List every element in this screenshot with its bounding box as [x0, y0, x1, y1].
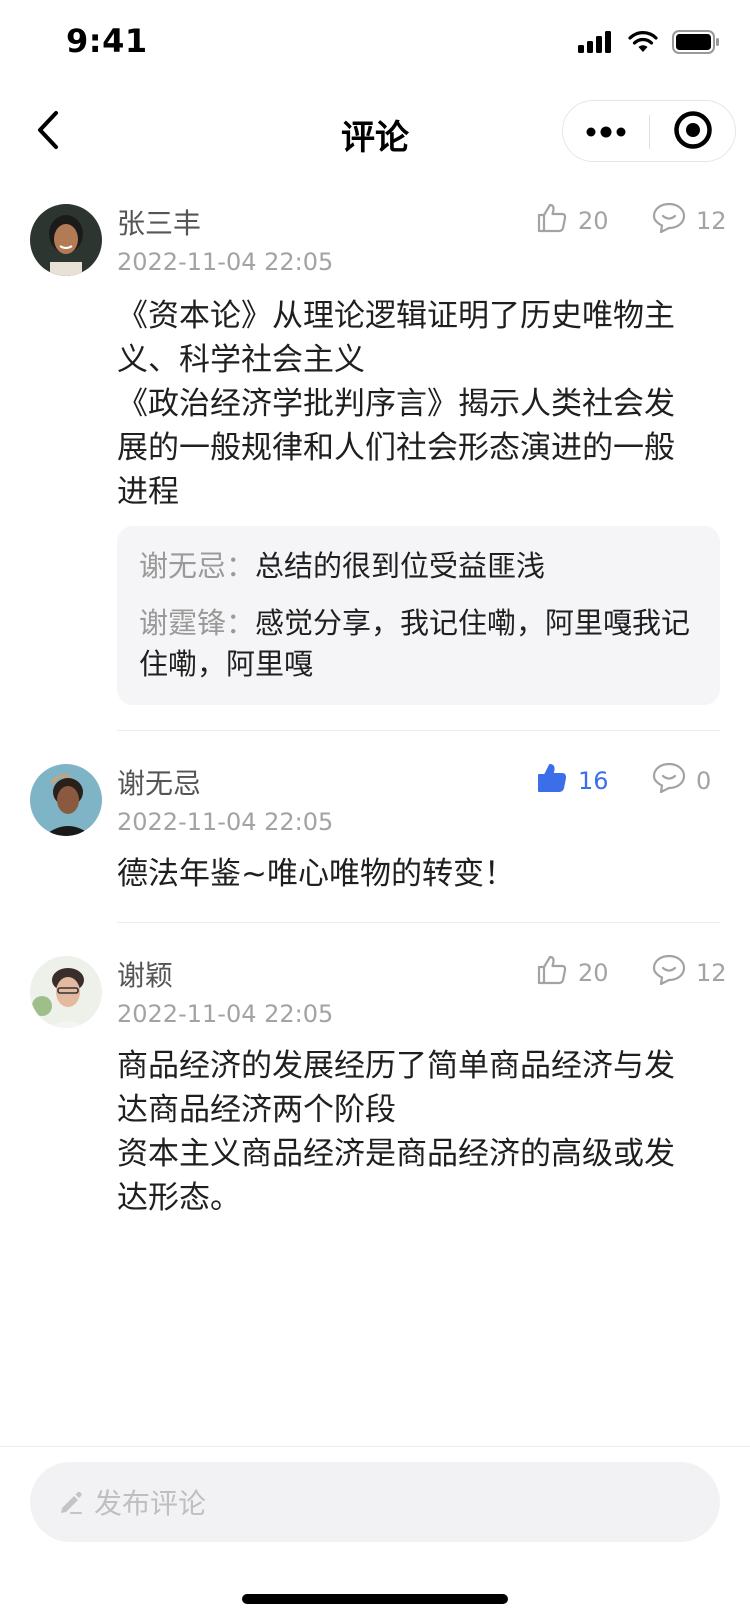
comment-item: 谢颖 20 12 2022-11-04 22:05 商品经济的发展经历了简单商品… — [0, 922, 750, 1222]
reply-count: 12 — [696, 207, 727, 235]
comment-text: 商品经济的发展经历了简单商品经济与发达商品经济两个阶段 资本主义商品经济是商品经… — [117, 1044, 701, 1220]
comment-text: 德法年鉴~唯心唯物的转变！ — [117, 852, 701, 896]
comment-bubble-icon — [652, 202, 686, 240]
thumbs-up-icon — [536, 762, 568, 800]
more-dots-icon — [586, 123, 626, 142]
comment-input[interactable]: 发布评论 — [30, 1462, 720, 1542]
comment-bubble-icon — [652, 954, 686, 992]
nav-bar: 评论 — [0, 88, 750, 176]
like-button[interactable]: 20 — [536, 202, 609, 240]
thumbs-up-icon — [536, 954, 568, 992]
comment-item: 谢无忌 16 0 2022-11-04 22:05 德法年鉴~唯心唯物的转变！ — [0, 730, 750, 923]
sub-reply[interactable]: 谢无忌：总结的很到位受益匪浅 — [139, 546, 698, 587]
cellular-signal-icon — [578, 31, 614, 57]
avatar[interactable] — [30, 204, 102, 276]
status-bar: 9:41 — [0, 0, 750, 88]
mini-program-capsule — [562, 100, 736, 162]
comment-author[interactable]: 张三丰 — [117, 202, 201, 242]
comment-item: 张三丰 20 12 2022-11-04 22:05 《资本论》从理论逻辑证明了… — [0, 176, 750, 731]
comment-time: 2022-11-04 22:05 — [117, 1000, 334, 1028]
sub-reply[interactable]: 谢霆锋：感觉分享，我记住嘞，阿里嘎我记住嘞，阿里嘎 — [139, 603, 698, 685]
sub-reply-text: 总结的很到位受益匪浅 — [255, 549, 546, 583]
reply-button[interactable]: 12 — [652, 202, 727, 240]
avatar[interactable] — [30, 764, 102, 836]
comment-bubble-icon — [652, 762, 686, 800]
reply-box: 谢无忌：总结的很到位受益匪浅 谢霆锋：感觉分享，我记住嘞，阿里嘎我记住嘞，阿里嘎 — [117, 526, 720, 705]
wifi-icon — [628, 31, 658, 57]
sub-reply-author[interactable]: 谢无忌： — [139, 549, 255, 583]
avatar[interactable] — [30, 956, 102, 1028]
battery-icon — [672, 30, 720, 58]
like-count: 20 — [578, 207, 609, 235]
status-time: 9:41 — [66, 22, 148, 60]
like-button[interactable]: 16 — [536, 762, 609, 800]
comment-time: 2022-11-04 22:05 — [117, 248, 334, 276]
like-button[interactable]: 20 — [536, 954, 609, 992]
reply-button[interactable]: 12 — [652, 954, 727, 992]
more-button[interactable] — [563, 101, 649, 163]
comment-paragraph: 商品经济的发展经历了简单商品经济与发达商品经济两个阶段 — [117, 1048, 675, 1128]
comment-paragraph: 德法年鉴~唯心唯物的转变！ — [117, 856, 515, 892]
close-button[interactable] — [650, 101, 736, 163]
reply-count: 12 — [696, 959, 727, 987]
comment-time: 2022-11-04 22:05 — [117, 808, 334, 836]
comment-author[interactable]: 谢颖 — [117, 954, 173, 994]
comment-input-placeholder: 发布评论 — [94, 1487, 207, 1520]
reply-count: 0 — [696, 767, 712, 795]
status-icons — [578, 30, 720, 58]
like-count: 20 — [578, 959, 609, 987]
target-circle-icon — [673, 110, 713, 154]
comment-text: 《资本论》从理论逻辑证明了历史唯物主义、科学社会主义 《政治经济学批判序言》揭示… — [117, 294, 701, 514]
comment-paragraph: 《政治经济学批判序言》揭示人类社会发展的一般规律和人们社会形态演进的一般进程 — [117, 386, 675, 510]
pencil-icon — [58, 1489, 84, 1515]
comment-paragraph: 《资本论》从理论逻辑证明了历史唯物主义、科学社会主义 — [117, 298, 675, 378]
home-indicator — [242, 1594, 508, 1604]
sub-reply-author[interactable]: 谢霆锋： — [139, 606, 255, 640]
like-count: 16 — [578, 767, 609, 795]
comment-author[interactable]: 谢无忌 — [117, 762, 201, 802]
thumbs-up-icon — [536, 202, 568, 240]
comment-paragraph: 资本主义商品经济是商品经济的高级或发达形态。 — [117, 1136, 675, 1216]
reply-button[interactable]: 0 — [652, 762, 711, 800]
bottom-divider — [0, 1446, 750, 1447]
